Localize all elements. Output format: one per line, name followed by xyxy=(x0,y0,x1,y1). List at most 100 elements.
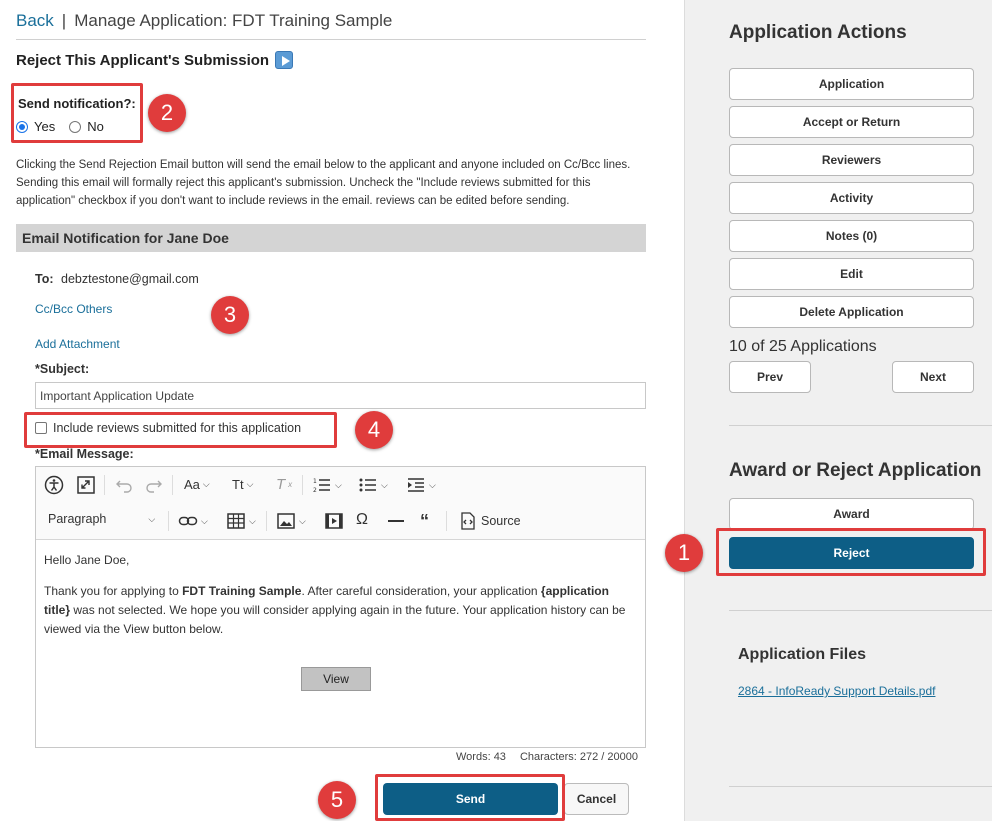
annotation-box-include-reviews xyxy=(24,412,337,448)
chevron-down-icon: ⌵ xyxy=(246,479,254,489)
award-or-reject-title: Award or Reject Application xyxy=(729,460,982,481)
email-text: . After careful consideration, your appl… xyxy=(301,584,541,598)
word-count: Words: 43 xyxy=(456,751,506,763)
application-files-title: Application Files xyxy=(738,646,867,663)
undo-icon[interactable] xyxy=(114,475,134,495)
application-count: 10 of 25 Applications xyxy=(729,338,877,355)
special-character-icon[interactable]: Ω xyxy=(356,511,368,529)
accept-or-return-button[interactable]: Accept or Return xyxy=(729,106,974,138)
delete-application-button[interactable]: Delete Application xyxy=(729,296,974,328)
numbered-list-dropdown[interactable]: 1 2 ⌵ xyxy=(312,475,342,495)
sidebar: Application Actions Application Accept o… xyxy=(684,0,992,821)
font-size-icon: Tt xyxy=(232,477,244,492)
rejection-instructions: Clicking the Send Rejection Email button… xyxy=(16,159,631,207)
to-label: To: xyxy=(35,272,54,286)
sidebar-divider xyxy=(729,786,992,787)
redo-icon[interactable] xyxy=(144,475,164,495)
source-icon xyxy=(461,512,475,530)
activity-button[interactable]: Activity xyxy=(729,182,974,214)
indent-dropdown[interactable]: ⌵ xyxy=(406,475,436,495)
editor-content[interactable]: Hello Jane Doe, Thank you for applying t… xyxy=(44,551,636,651)
annotation-marker-2: 2 xyxy=(148,94,186,132)
notes-button[interactable]: Notes (0) xyxy=(729,220,974,252)
edit-button[interactable]: Edit xyxy=(729,258,974,290)
toolbar-separator xyxy=(172,475,173,495)
paragraph-format-label: Paragraph xyxy=(48,512,107,526)
image-icon xyxy=(277,513,295,529)
horizontal-line-icon[interactable] xyxy=(386,511,406,531)
header-divider xyxy=(16,39,646,40)
bulleted-list-icon xyxy=(359,478,376,492)
play-video-icon[interactable] xyxy=(275,51,294,69)
view-button[interactable]: View xyxy=(301,667,371,691)
font-size-dropdown[interactable]: Tt ⌵ xyxy=(232,477,253,492)
chevron-down-icon: ⌵ xyxy=(335,479,342,490)
email-message-label: *Email Message: xyxy=(35,447,134,461)
fullscreen-icon[interactable] xyxy=(76,475,96,495)
chevron-down-icon: ⌵ xyxy=(299,515,306,526)
table-icon xyxy=(227,513,245,529)
email-to-row: To: debztestone@gmail.com xyxy=(35,272,199,286)
page-header: Back | Manage Application: FDT Training Sa… xyxy=(16,11,392,31)
back-link[interactable]: Back xyxy=(16,11,54,30)
application-button[interactable]: Application xyxy=(729,68,974,100)
source-label: Source xyxy=(481,514,521,528)
media-embed-icon[interactable] xyxy=(324,511,344,531)
reviewers-button[interactable]: Reviewers xyxy=(729,144,974,176)
reject-section-title: Reject This Applicant's Submission xyxy=(16,51,294,69)
add-attachment-link[interactable]: Add Attachment xyxy=(35,337,120,351)
remove-format-icon[interactable]: Tx xyxy=(276,476,292,493)
award-button[interactable]: Award xyxy=(729,498,974,530)
cancel-button[interactable]: Cancel xyxy=(564,783,629,815)
toolbar-separator xyxy=(104,475,105,495)
image-dropdown[interactable]: ⌵ xyxy=(276,511,306,531)
svg-text:2: 2 xyxy=(313,487,317,494)
annotation-marker-3: 3 xyxy=(211,296,249,334)
link-dropdown[interactable]: ⌵ xyxy=(178,511,208,531)
annotation-marker-4: 4 xyxy=(355,411,393,449)
paragraph-format-dropdown[interactable]: Paragraph ⌵ xyxy=(48,512,155,526)
blockquote-icon[interactable]: “ xyxy=(420,511,429,532)
accessibility-icon[interactable] xyxy=(44,475,64,495)
annotation-marker-1: 1 xyxy=(665,534,703,572)
prev-button[interactable]: Prev xyxy=(729,361,811,393)
toolbar-separator xyxy=(266,511,267,531)
font-family-icon: Aa xyxy=(184,477,200,492)
annotation-box-reject xyxy=(716,528,986,576)
rich-text-editor: Aa⌵ Tt⌵ Tx 12⌵ ⌵ ⌵ Paragraph⌵ ⌵ ⌵ ⌵ xyxy=(35,466,646,748)
chevron-down-icon: ⌵ xyxy=(201,515,208,526)
bulleted-list-dropdown[interactable]: ⌵ xyxy=(358,475,388,495)
link-icon xyxy=(178,516,198,526)
source-button[interactable]: Source xyxy=(458,511,521,531)
page-title: Manage Application: FDT Training Sample xyxy=(74,11,393,30)
toolbar-separator xyxy=(302,475,303,495)
email-program-name: FDT Training Sample xyxy=(182,584,302,598)
editor-toolbar: Aa⌵ Tt⌵ Tx 12⌵ ⌵ ⌵ Paragraph⌵ ⌵ ⌵ ⌵ xyxy=(36,467,645,540)
subject-input[interactable] xyxy=(35,382,646,409)
annotation-box-send xyxy=(375,774,565,821)
chevron-down-icon: ⌵ xyxy=(148,513,156,524)
sidebar-divider xyxy=(729,610,992,611)
numbered-list-icon: 12 xyxy=(313,478,330,494)
subject-label: *Subject: xyxy=(35,362,90,376)
email-text: Thank you for applying to xyxy=(44,584,183,598)
email-text: was not selected. We hope you will consi… xyxy=(44,603,626,636)
to-address: debztestone@gmail.com xyxy=(61,272,199,286)
toolbar-separator xyxy=(446,511,447,531)
toolbar-separator xyxy=(168,511,169,531)
application-file-link[interactable]: 2864 - InfoReady Support Details.pdf xyxy=(738,684,935,698)
remove-format-glyph: T xyxy=(276,476,286,493)
character-count: Characters: 272 / 20000 xyxy=(519,751,638,763)
annotation-marker-5: 5 xyxy=(318,781,356,819)
application-actions-title: Application Actions xyxy=(729,22,907,43)
cc-bcc-others-link[interactable]: Cc/Bcc Others xyxy=(35,302,112,316)
sidebar-divider xyxy=(729,425,992,426)
email-notification-title: Email Notification for Jane Doe xyxy=(22,230,229,246)
font-family-dropdown[interactable]: Aa ⌵ xyxy=(184,477,210,492)
table-dropdown[interactable]: ⌵ xyxy=(226,511,256,531)
next-button[interactable]: Next xyxy=(892,361,974,393)
chevron-down-icon: ⌵ xyxy=(249,515,256,526)
svg-text:1: 1 xyxy=(313,478,317,485)
annotation-box-notification xyxy=(11,83,143,143)
reject-section-title-text: Reject This Applicant's Submission xyxy=(16,51,270,69)
